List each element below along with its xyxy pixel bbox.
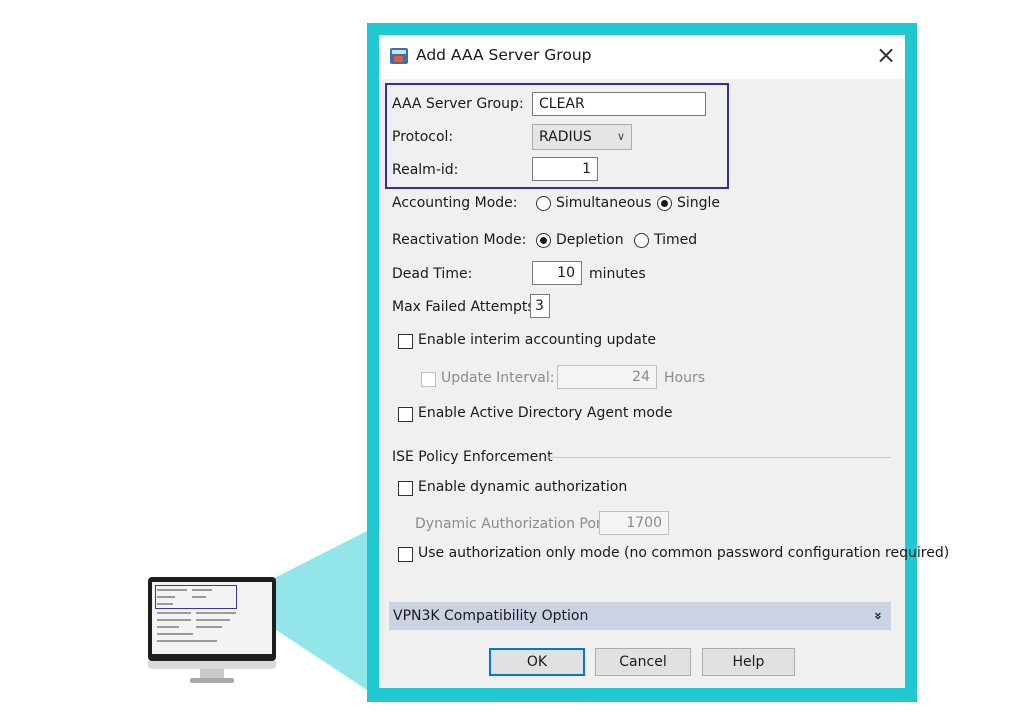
max-failed-attempts-label: Max Failed Attempts: [392, 299, 540, 315]
mini-line [157, 596, 175, 598]
realm-id-label: Realm-id: [392, 162, 459, 178]
monitor-screen [148, 577, 276, 661]
ad-agent-mode-label: Enable Active Directory Agent mode [418, 405, 673, 421]
protocol-label: Protocol: [392, 129, 454, 145]
update-interval-input[interactable]: 24 [557, 365, 657, 389]
chevron-down-icon: ∨ [616, 130, 625, 143]
reactivation-timed-radio[interactable] [634, 233, 649, 248]
cancel-button[interactable]: Cancel [595, 648, 691, 676]
protocol-select-value: RADIUS [539, 129, 592, 145]
monitor-foot [190, 678, 234, 683]
update-interval-checkbox[interactable] [421, 372, 436, 387]
vpn3k-section-label: VPN3K Compatibility Option [393, 608, 589, 624]
update-interval-unit: Hours [664, 370, 706, 386]
server-group-input[interactable]: CLEAR [532, 92, 706, 116]
dynamic-port-input[interactable]: 1700 [599, 511, 669, 535]
close-icon[interactable]: × [871, 40, 901, 70]
dynamic-authorization-checkbox[interactable] [398, 481, 413, 496]
dead-time-input[interactable]: 10 [532, 261, 582, 285]
server-group-label: AAA Server Group: [392, 96, 524, 112]
interim-accounting-checkbox[interactable] [398, 334, 413, 349]
ad-agent-mode-checkbox[interactable] [398, 407, 413, 422]
authorization-only-label: Use authorization only mode (no common p… [418, 545, 950, 561]
mini-line [192, 589, 212, 591]
reactivation-depletion-radio[interactable] [536, 233, 551, 248]
mini-line [192, 596, 206, 598]
accounting-simultaneous-radio[interactable] [536, 196, 551, 211]
accounting-single-radio[interactable] [657, 196, 672, 211]
reactivation-mode-label: Reactivation Mode: [392, 232, 527, 248]
monitor-screen-preview [152, 582, 272, 654]
realm-id-input[interactable]: 1 [532, 157, 598, 181]
dead-time-label: Dead Time: [392, 266, 473, 282]
mini-line [196, 626, 222, 628]
accounting-single-label: Single [677, 195, 721, 211]
mini-line [157, 619, 191, 621]
mini-line [196, 612, 236, 614]
mini-line [157, 589, 187, 591]
dynamic-port-label: Dynamic Authorization Port: [415, 516, 612, 532]
mini-line [157, 633, 193, 635]
monitor-chin [148, 661, 276, 669]
authorization-only-checkbox[interactable] [398, 547, 413, 562]
update-interval-label: Update Interval: [441, 370, 555, 386]
protocol-select[interactable]: RADIUS ∨ [532, 124, 632, 150]
accounting-mode-label: Accounting Mode: [392, 195, 518, 211]
help-button[interactable]: Help [702, 648, 795, 676]
max-failed-attempts-input[interactable]: 3 [530, 294, 550, 318]
dialog-title: Add AAA Server Group [416, 46, 592, 64]
dynamic-authorization-label: Enable dynamic authorization [418, 479, 628, 495]
dead-time-unit: minutes [589, 266, 646, 282]
reactivation-depletion-label: Depletion [556, 232, 624, 248]
aaa-server-app-icon [390, 48, 408, 64]
mini-line [157, 626, 179, 628]
ise-section-title: ISE Policy Enforcement [392, 449, 553, 465]
ok-button[interactable]: OK [489, 648, 585, 676]
mini-line [157, 603, 173, 605]
ise-section-divider [546, 457, 891, 458]
double-chevron-down-icon[interactable]: » [863, 612, 891, 620]
reactivation-timed-label: Timed [654, 232, 698, 248]
add-aaa-server-group-dialog: Add AAA Server Group × AAA Server Group:… [379, 35, 949, 688]
vpn3k-section-bar[interactable]: VPN3K Compatibility Option » [389, 602, 891, 630]
mini-line [157, 612, 191, 614]
dialog-titlebar: Add AAA Server Group × [379, 35, 905, 79]
mini-line [196, 619, 230, 621]
interim-accounting-label: Enable interim accounting update [418, 332, 656, 348]
monitor-thumbnail [148, 577, 276, 687]
mini-line [157, 640, 217, 642]
accounting-simultaneous-label: Simultaneous [556, 195, 652, 211]
